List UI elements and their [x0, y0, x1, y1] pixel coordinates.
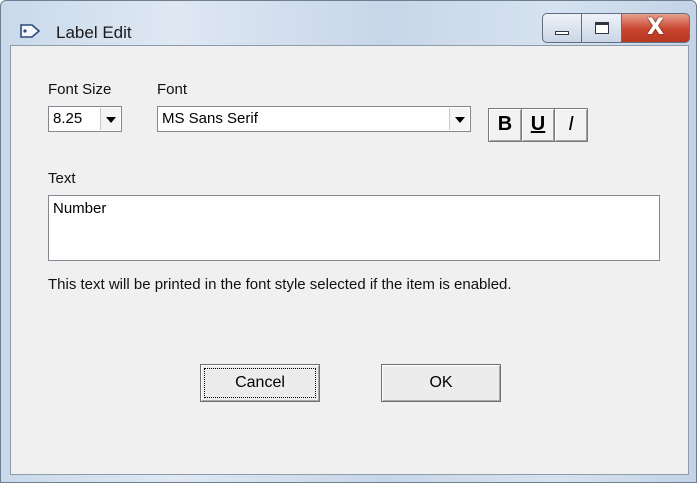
window-title: Label Edit: [56, 23, 132, 42]
window-controls: X: [542, 13, 690, 43]
italic-button[interactable]: I: [554, 108, 588, 142]
minimize-icon: [555, 31, 569, 35]
title-bar[interactable]: Label Edit X: [1, 1, 698, 45]
label-icon: [20, 24, 41, 38]
font-label: Font: [157, 81, 188, 98]
maximize-icon: [595, 22, 609, 34]
text-label: Text: [48, 170, 76, 187]
close-icon: X: [647, 15, 664, 40]
chevron-down-icon[interactable]: [100, 108, 120, 130]
font-size-label: Font Size: [48, 81, 112, 98]
maximize-button[interactable]: [582, 13, 622, 43]
chevron-down-icon[interactable]: [449, 108, 469, 130]
label-edit-window: Label Edit X Font Size 8.25 Font MS Sans…: [0, 0, 697, 483]
dialog-client-area: Font Size 8.25 Font MS Sans Serif B U I …: [10, 45, 689, 475]
bold-button[interactable]: B: [488, 108, 522, 142]
ok-button[interactable]: OK: [381, 364, 501, 402]
cancel-button[interactable]: Cancel: [200, 364, 320, 402]
font-size-value: 8.25: [53, 110, 83, 127]
text-input[interactable]: Number: [48, 195, 660, 261]
text-input-value: Number: [53, 200, 107, 217]
minimize-button[interactable]: [542, 13, 582, 43]
font-value: MS Sans Serif: [162, 110, 258, 127]
font-select[interactable]: MS Sans Serif: [157, 106, 471, 132]
font-size-select[interactable]: 8.25: [48, 106, 122, 132]
underline-button[interactable]: U: [521, 108, 555, 142]
hint-text: This text will be printed in the font st…: [48, 276, 512, 293]
close-button[interactable]: X: [622, 13, 690, 43]
